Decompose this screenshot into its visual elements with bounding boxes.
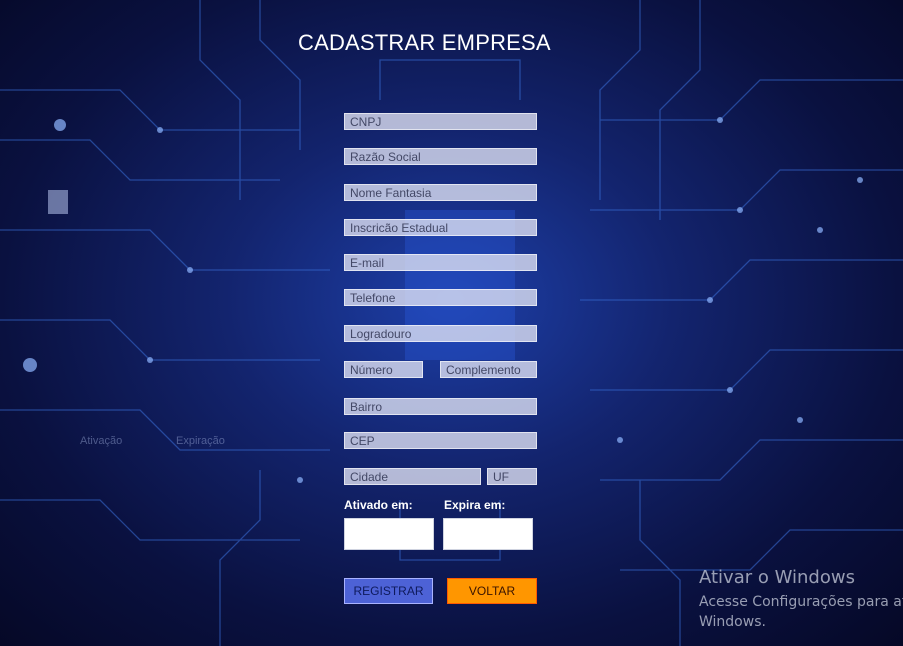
nome-fantasia-input[interactable] xyxy=(344,184,537,201)
logradouro-input[interactable] xyxy=(344,325,537,342)
cep-input[interactable] xyxy=(344,432,537,449)
windows-activation-title: Ativar o Windows xyxy=(699,567,855,588)
ativado-em-date-field[interactable] xyxy=(344,518,434,550)
bairro-input[interactable] xyxy=(344,398,537,415)
uf-input[interactable] xyxy=(487,468,537,485)
windows-activation-line1: Acesse Configurações para ativar o xyxy=(699,594,903,610)
expira-em-label: Expira em: xyxy=(444,498,506,512)
cidade-input[interactable] xyxy=(344,468,481,485)
complemento-input[interactable] xyxy=(440,361,537,378)
windows-activation-message: Acesse Configurações para ativar o Windo… xyxy=(699,592,903,632)
razao-social-input[interactable] xyxy=(344,148,537,165)
telefone-input[interactable] xyxy=(344,289,537,306)
windows-activation-line2: Windows. xyxy=(699,614,766,630)
voltar-button[interactable]: VOLTAR xyxy=(447,578,537,604)
expira-em-date-field[interactable] xyxy=(443,518,533,550)
inscricao-estadual-input[interactable] xyxy=(344,219,537,236)
email-input[interactable] xyxy=(344,254,537,271)
ativado-em-label: Ativado em: xyxy=(344,498,413,512)
page-title: CADASTRAR EMPRESA xyxy=(298,30,551,55)
ghost-label-expiracao: Expiração xyxy=(176,435,225,447)
registrar-button[interactable]: REGISTRAR xyxy=(344,578,433,604)
cnpj-input[interactable] xyxy=(344,113,537,130)
ghost-label-ativacao: Ativação xyxy=(80,435,123,447)
numero-input[interactable] xyxy=(344,361,423,378)
